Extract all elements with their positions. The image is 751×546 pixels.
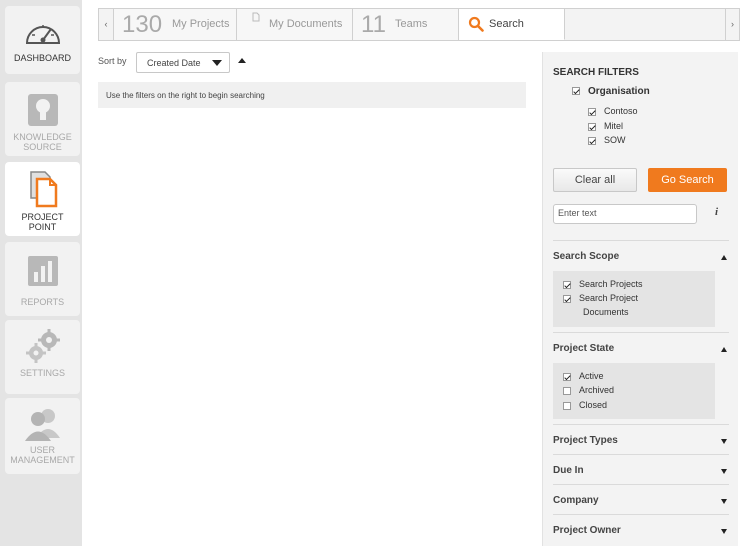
gauge-icon <box>25 25 60 44</box>
filter-label-continued: Documents <box>583 307 629 317</box>
sidebar-item-label: KNOWLEDGE SOURCE <box>5 132 80 152</box>
tab-label: My Projects <box>172 18 230 30</box>
sidebar-item-label: REPORTS <box>20 297 65 307</box>
section-header[interactable]: Search Scope <box>553 251 619 262</box>
chevron-up-icon[interactable] <box>721 347 727 352</box>
checkbox[interactable] <box>588 122 596 131</box>
filter-label: Search Projects <box>579 279 643 289</box>
tab-label: Search <box>489 18 524 30</box>
sidebar-item-label: PROJECT POINT <box>21 212 64 232</box>
filter-org-mitel[interactable]: Mitel <box>588 121 623 131</box>
section-project-types[interactable]: Project Types <box>553 424 729 454</box>
checkbox[interactable] <box>563 401 571 410</box>
section-project-owner[interactable]: Project Owner <box>553 514 729 544</box>
section-header[interactable]: Project Owner <box>553 525 621 536</box>
bar-chart-icon <box>27 256 58 286</box>
go-search-button[interactable]: Go Search <box>648 168 727 192</box>
tab-label: Teams <box>395 18 428 30</box>
section-project-state: Project State Active Archived Closed <box>553 332 729 424</box>
chevron-down-icon[interactable] <box>721 469 727 474</box>
sidebar-item-label-text: KNOWLEDGE SOURCE <box>13 132 72 152</box>
search-hint: Use the filters on the right to begin se… <box>98 82 526 108</box>
filter-state-closed[interactable]: Closed <box>563 400 607 410</box>
filter-organisation[interactable]: Organisation <box>572 86 650 97</box>
sidebar-item-project-point[interactable]: PROJECT POINT <box>5 162 80 236</box>
filter-state-active[interactable]: Active <box>563 371 604 381</box>
chevron-up-icon[interactable] <box>721 255 727 260</box>
search-filters-panel: SEARCH FILTERS Organisation Contoso Mite… <box>542 52 738 546</box>
sort-label: Sort by <box>98 56 127 66</box>
section-header[interactable]: Project Types <box>553 435 618 446</box>
section-header[interactable]: Due In <box>553 465 584 476</box>
sidebar-item-label: USER MANAGEMENT <box>10 445 75 465</box>
tab-count: 11 <box>361 11 386 38</box>
documents-icon <box>29 171 57 208</box>
chevron-down-icon <box>212 60 222 66</box>
filter-label: Archived <box>579 385 615 395</box>
section-company[interactable]: Company <box>553 484 729 514</box>
sort-select[interactable]: Created Date <box>136 52 230 73</box>
sidebar-item-user-management[interactable]: USER MANAGEMENT <box>5 398 80 474</box>
sidebar-item-label: SETTINGS <box>19 368 65 378</box>
sidebar-item-reports[interactable]: REPORTS <box>5 242 80 316</box>
chevron-down-icon[interactable] <box>721 499 727 504</box>
filter-label: Closed <box>579 400 608 410</box>
sidebar-item-dashboard[interactable]: DASHBOARD <box>5 6 80 74</box>
sort-direction-icon[interactable] <box>238 58 246 63</box>
search-icon <box>468 16 484 32</box>
filter-search-projects[interactable]: Search Projects <box>563 279 643 289</box>
sidebar: DASHBOARD KNOWLEDGE SOURCE PROJECT POINT… <box>0 0 82 546</box>
filters-title: SEARCH FILTERS <box>553 67 639 78</box>
lightbulb-icon <box>27 94 58 126</box>
tab-next-button[interactable]: › <box>725 9 739 40</box>
sidebar-item-label: DASHBOARD <box>13 53 71 63</box>
gears-icon <box>25 329 60 363</box>
filter-label: Organisation <box>588 86 650 97</box>
tab-label: My Documents <box>269 18 343 30</box>
section-header[interactable]: Company <box>553 495 599 506</box>
tab-my-documents[interactable]: My Documents <box>237 9 353 40</box>
filter-label: Mitel <box>604 121 624 131</box>
filter-org-sow[interactable]: SOW <box>588 135 626 145</box>
tab-count: 130 <box>122 11 163 38</box>
sort-select-value: Created Date <box>147 58 201 68</box>
filter-state-archived[interactable]: Archived <box>563 385 614 395</box>
info-icon[interactable]: i <box>715 206 718 218</box>
filter-label: Active <box>579 371 604 381</box>
tab-search[interactable]: Search <box>459 9 565 40</box>
main-content: ‹ 130 My Projects My Documents 11 Teams … <box>82 0 751 546</box>
search-text-input[interactable]: Enter text <box>553 204 697 224</box>
checkbox[interactable] <box>563 294 571 303</box>
sidebar-item-settings[interactable]: SETTINGS <box>5 320 80 394</box>
section-header[interactable]: Project State <box>553 343 614 354</box>
chevron-down-icon[interactable] <box>721 529 727 534</box>
users-icon <box>24 409 60 441</box>
filter-label: Search Project <box>579 293 639 303</box>
checkbox[interactable] <box>563 372 571 381</box>
checkbox[interactable] <box>563 280 571 289</box>
filter-label: Contoso <box>604 106 638 116</box>
checkbox[interactable] <box>588 107 596 116</box>
section-search-scope: Search Scope Search Projects Search Proj… <box>553 240 729 332</box>
section-body: Active Archived Closed <box>553 363 715 419</box>
filter-org-contoso[interactable]: Contoso <box>588 106 638 116</box>
section-due-in[interactable]: Due In <box>553 454 729 484</box>
tab-my-projects[interactable]: 130 My Projects <box>113 9 237 40</box>
tab-bar: ‹ 130 My Projects My Documents 11 Teams … <box>98 8 740 41</box>
sidebar-item-knowledge-source[interactable]: KNOWLEDGE SOURCE <box>5 82 80 156</box>
checkbox[interactable] <box>563 386 571 395</box>
checkbox[interactable] <box>572 87 580 96</box>
tab-teams[interactable]: 11 Teams <box>353 9 459 40</box>
tab-prev-button[interactable]: ‹ <box>99 9 113 40</box>
document-icon <box>252 12 260 22</box>
filter-label: Documents <box>583 307 629 317</box>
checkbox[interactable] <box>588 136 596 145</box>
clear-all-button[interactable]: Clear all <box>553 168 637 192</box>
chevron-down-icon[interactable] <box>721 439 727 444</box>
section-body: Search Projects Search Project Documents <box>553 271 715 327</box>
filter-search-project-documents[interactable]: Search Project <box>563 293 638 303</box>
filter-label: SOW <box>604 135 626 145</box>
